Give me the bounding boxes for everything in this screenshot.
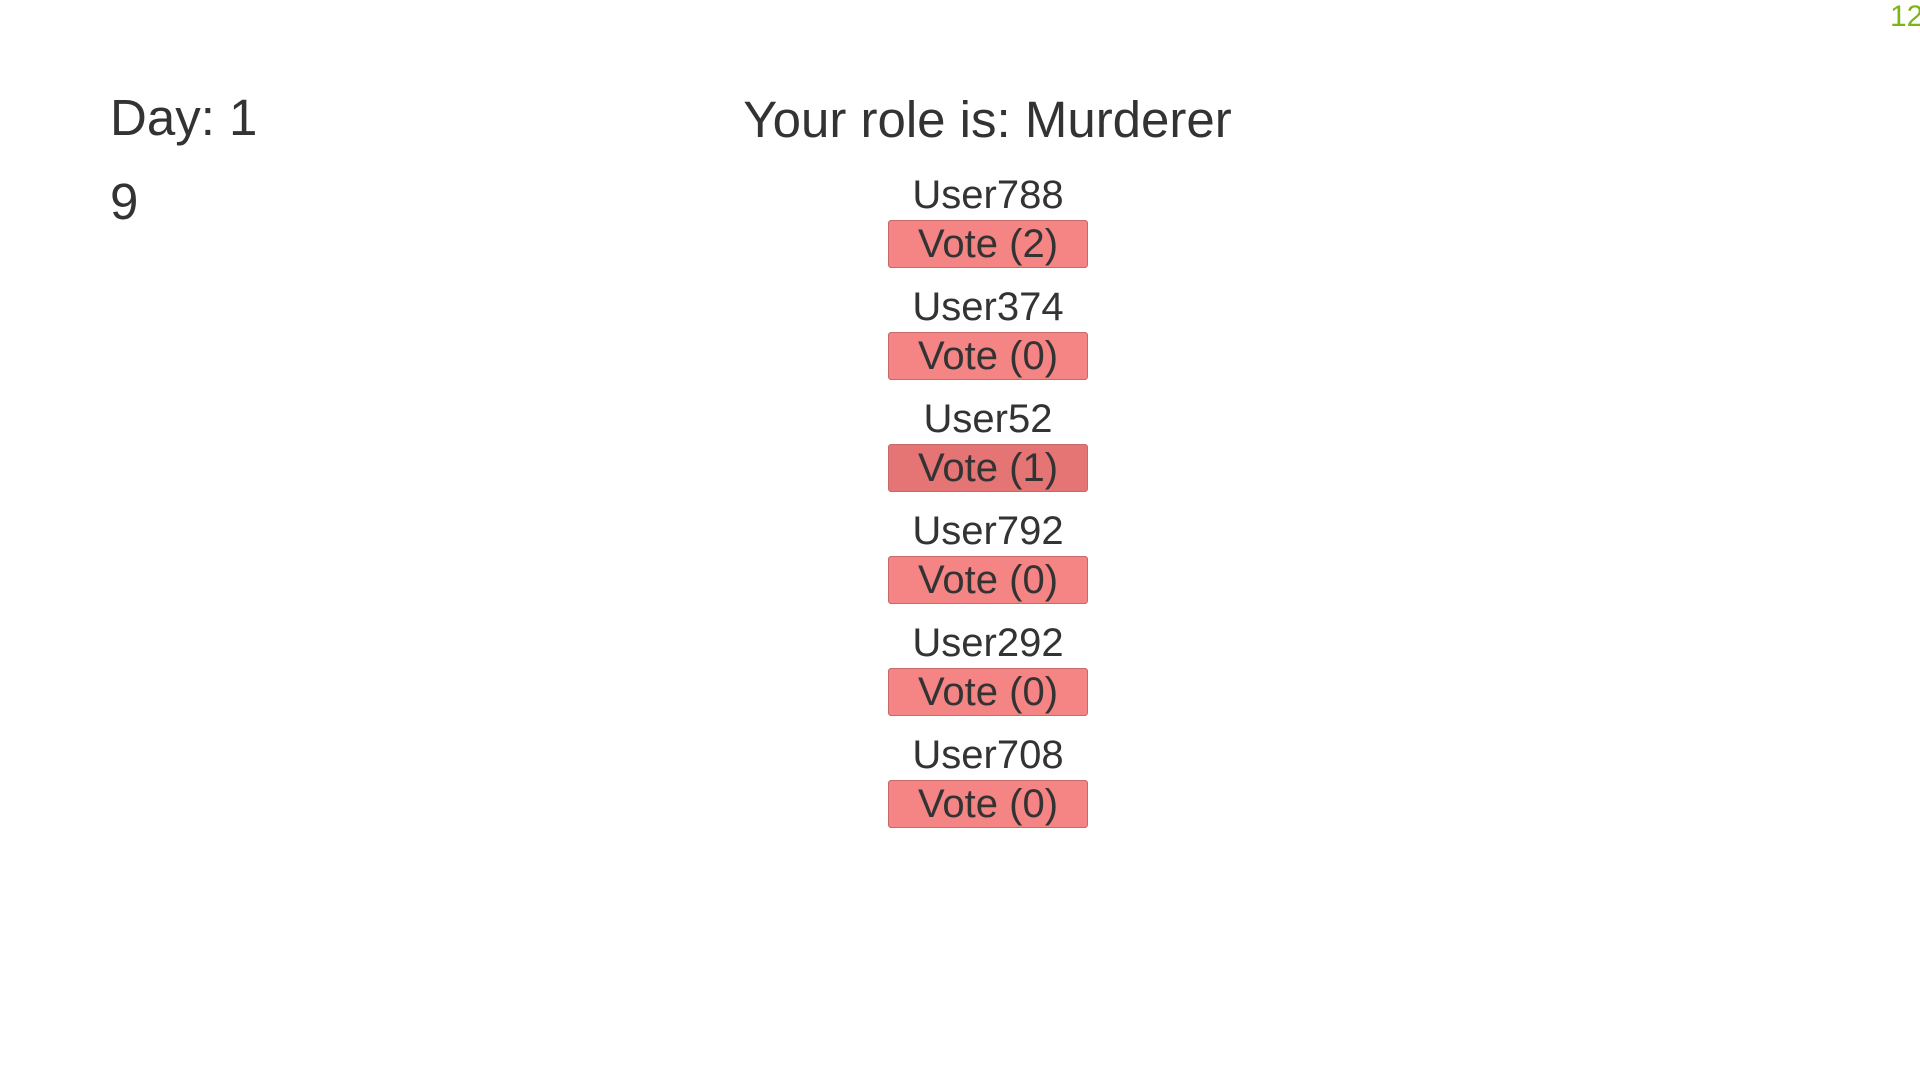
vote-button[interactable]: Vote (1)	[888, 444, 1088, 492]
vote-button[interactable]: Vote (0)	[888, 780, 1088, 828]
player-card: User52 Vote (1)	[888, 394, 1088, 492]
game-screen: 12 Day: 1 9 Your role is: Murderer User7…	[0, 0, 1920, 1080]
vote-button[interactable]: Vote (0)	[888, 668, 1088, 716]
corner-counter: 12	[1890, 2, 1920, 32]
player-card: User374 Vote (0)	[888, 282, 1088, 380]
player-name: User292	[912, 621, 1064, 665]
role-heading: Your role is: Murderer	[743, 91, 1232, 148]
countdown-timer: 9	[110, 173, 139, 230]
player-name: User52	[923, 397, 1053, 441]
player-name: User792	[912, 509, 1064, 553]
vote-button[interactable]: Vote (0)	[888, 556, 1088, 604]
vote-button[interactable]: Vote (0)	[888, 332, 1088, 380]
player-name: User788	[912, 173, 1064, 217]
player-list: User788 Vote (2) User374 Vote (0) User52…	[888, 170, 1088, 842]
vote-button[interactable]: Vote (2)	[888, 220, 1088, 268]
player-name: User708	[912, 733, 1064, 777]
player-card: User708 Vote (0)	[888, 730, 1088, 828]
player-card: User792 Vote (0)	[888, 506, 1088, 604]
player-name: User374	[912, 285, 1064, 329]
player-card: User292 Vote (0)	[888, 618, 1088, 716]
player-card: User788 Vote (2)	[888, 170, 1088, 268]
